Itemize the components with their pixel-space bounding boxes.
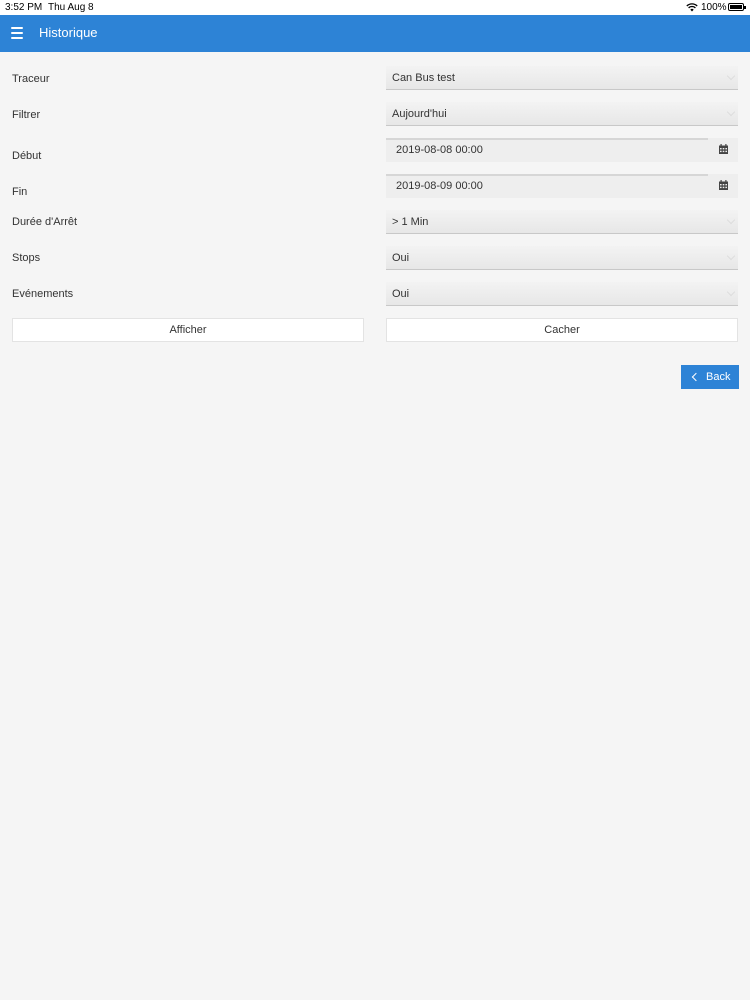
form-row-filter: Filtrer Aujourd'hui (0, 102, 750, 128)
chevron-down-icon (726, 71, 736, 81)
form-row-start: Début 2019-08-08 00:00 (0, 138, 750, 164)
stops-select[interactable]: Oui (386, 246, 738, 270)
start-label: Début (12, 150, 42, 162)
chevron-left-icon (691, 372, 701, 382)
calendar-icon[interactable] (719, 180, 728, 190)
tracker-select[interactable]: Can Bus test (386, 66, 738, 90)
form-row-stops: Stops Oui (0, 246, 750, 272)
menu-icon[interactable] (11, 27, 23, 40)
show-button[interactable]: Afficher (12, 318, 364, 342)
chevron-down-icon (726, 215, 736, 225)
status-time: 3:52 PM (5, 2, 43, 13)
chevron-down-icon (726, 251, 736, 261)
form-row-end: Fin 2019-08-09 00:00 (0, 174, 750, 200)
stops-value: Oui (392, 252, 410, 264)
filter-value: Aujourd'hui (392, 108, 447, 120)
chevron-down-icon (726, 107, 736, 117)
events-label: Evénements (12, 288, 74, 300)
battery-icon (728, 3, 746, 11)
chevron-down-icon (726, 287, 736, 297)
start-date-input[interactable]: 2019-08-08 00:00 (386, 138, 738, 162)
form-row-stop-duration: Durée d'Arrêt > 1 Min (0, 210, 750, 236)
end-label: Fin (12, 186, 28, 198)
back-button[interactable]: Back (681, 365, 739, 389)
end-date-value: 2019-08-09 00:00 (396, 180, 483, 192)
battery-percent: 100% (701, 2, 727, 13)
form-row-events: Evénements Oui (0, 282, 750, 308)
back-button-label: Back (706, 371, 731, 383)
events-select[interactable]: Oui (386, 282, 738, 306)
tracker-label: Traceur (12, 73, 50, 85)
form-row-tracker: Traceur Can Bus test (0, 66, 750, 92)
status-date: Thu Aug 8 (48, 2, 94, 13)
hide-button[interactable]: Cacher (386, 318, 738, 342)
wifi-icon (686, 3, 698, 12)
app-header: Historique (0, 15, 750, 52)
filter-label: Filtrer (12, 109, 41, 121)
stops-label: Stops (12, 252, 41, 264)
stop-duration-value: > 1 Min (392, 216, 429, 228)
events-value: Oui (392, 288, 410, 300)
filter-select[interactable]: Aujourd'hui (386, 102, 738, 126)
status-bar: 3:52 PM Thu Aug 8 100% (0, 0, 750, 15)
start-date-value: 2019-08-08 00:00 (396, 144, 483, 156)
end-date-input[interactable]: 2019-08-09 00:00 (386, 174, 738, 198)
page-title: Historique (39, 25, 98, 40)
stop-duration-label: Durée d'Arrêt (12, 216, 78, 228)
calendar-icon[interactable] (719, 144, 728, 154)
stop-duration-select[interactable]: > 1 Min (386, 210, 738, 234)
tracker-value: Can Bus test (392, 72, 455, 84)
